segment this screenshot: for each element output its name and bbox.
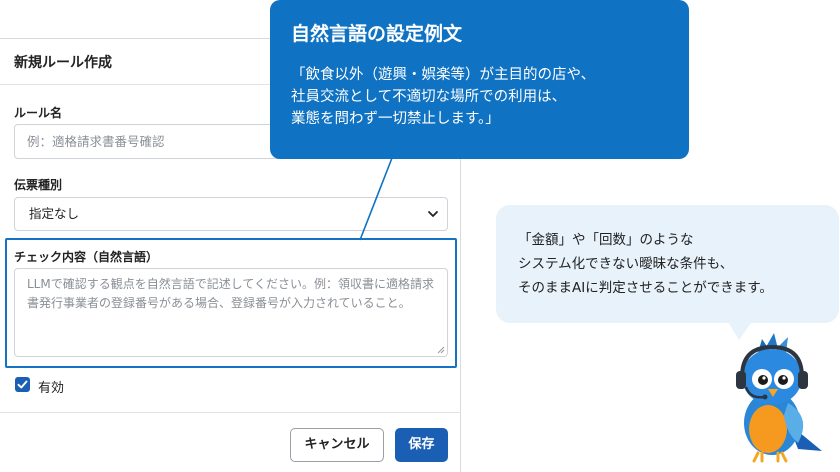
check-content-placeholder: LLMで確認する観点を自然言語で記述してください。例：領収書に適格請求書発行事業… — [27, 277, 435, 310]
bird-mascot-icon — [736, 333, 822, 463]
footer-divider — [0, 412, 461, 413]
callout-body: 「飲食以外（遊興・娯楽等）が主目的の店や、 社員交流として不適切な場所での利用は… — [291, 67, 596, 127]
save-button[interactable]: 保存 — [395, 428, 448, 462]
voucher-type-select[interactable]: 指定なし — [14, 197, 448, 231]
voucher-type-label: 伝票種別 — [14, 178, 63, 192]
resize-grip-icon[interactable] — [437, 346, 445, 354]
checkmark-icon — [17, 380, 28, 389]
check-content-label: チェック内容（自然言語） — [14, 250, 159, 264]
example-callout: 自然言語の設定例文 「飲食以外（遊興・娯楽等）が主目的の店や、 社員交流として不… — [270, 0, 689, 159]
callout-title: 自然言語の設定例文 — [291, 23, 463, 45]
voucher-type-value: 指定なし — [29, 206, 80, 221]
rule-name-label: ルール名 — [14, 106, 63, 120]
check-content-textarea[interactable]: LLMで確認する観点を自然言語で記述してください。例：領収書に適格請求書発行事業… — [14, 268, 448, 357]
speech-bubble-text: 「金額」や「回数」のような システム化できない曖昧な条件も、 そのままAIに判定… — [518, 232, 773, 296]
enabled-label: 有効 — [38, 381, 65, 396]
enabled-checkbox[interactable] — [15, 377, 30, 392]
cancel-button[interactable]: キャンセル — [290, 428, 384, 462]
chevron-down-icon — [428, 211, 438, 217]
speech-bubble: 「金額」や「回数」のような システム化できない曖昧な条件も、 そのままAIに判定… — [496, 205, 839, 323]
modal-title: 新規ルール作成 — [14, 55, 112, 71]
